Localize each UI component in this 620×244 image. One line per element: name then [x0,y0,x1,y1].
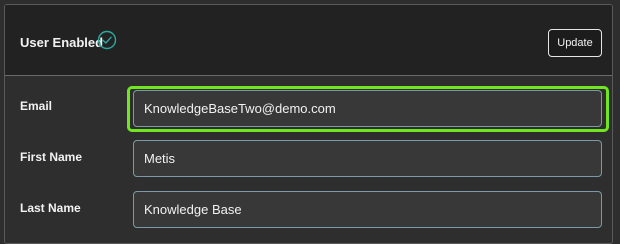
email-label: Email [20,99,53,113]
user-enabled-label: User Enabled [20,35,104,50]
panel-header: User Enabled Update [5,5,612,76]
update-button[interactable]: Update [548,29,602,57]
last-name-label: Last Name [20,201,81,215]
first-name-label: First Name [20,150,83,164]
first-name-field[interactable] [133,140,602,177]
user-details-panel: User Enabled Update Email First Name Las… [4,4,613,244]
last-name-field[interactable] [133,191,602,228]
user-form: Email First Name Last Name [5,76,612,243]
check-circle-icon [97,30,117,50]
email-field[interactable] [133,90,602,127]
